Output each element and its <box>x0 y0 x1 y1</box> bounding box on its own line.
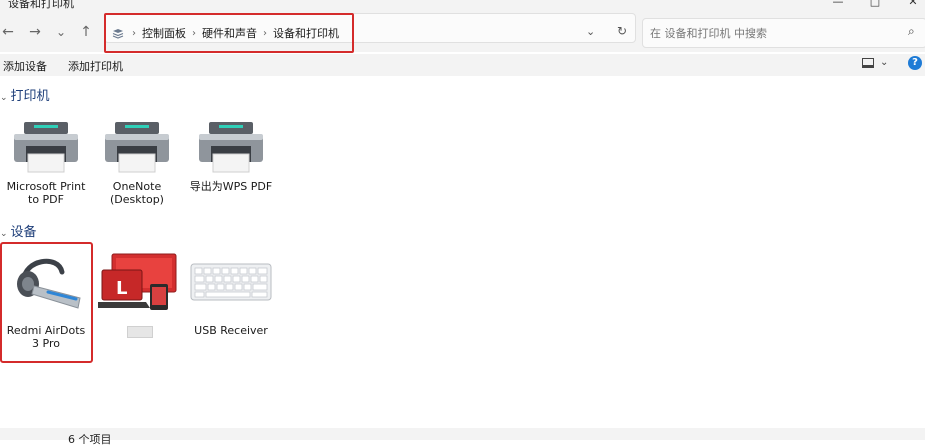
item-count: 6 个项目 <box>68 433 112 446</box>
close-button[interactable]: ✕ <box>903 0 923 9</box>
printer-tile[interactable]: OneNote (Desktop) <box>91 120 183 206</box>
forward-button[interactable]: → <box>27 24 43 40</box>
view-options-icon[interactable] <box>862 58 874 68</box>
devices-group-label: 设备 <box>10 225 37 240</box>
maximize-button[interactable]: □ <box>865 0 885 9</box>
status-bar <box>0 428 925 440</box>
svg-text:L: L <box>116 278 127 299</box>
address-dropdown-icon[interactable]: ⌄ <box>586 25 595 38</box>
device-tile[interactable]: L <box>92 252 184 338</box>
address-highlight-box <box>104 13 354 53</box>
computer-icon: L <box>98 253 177 310</box>
printers-group-label: 打印机 <box>10 89 50 104</box>
device-highlight-box <box>0 242 93 363</box>
collapse-chevron-icon[interactable]: ⌄ <box>0 229 8 239</box>
printer-tile[interactable]: 导出为WPS PDF <box>185 120 277 193</box>
recent-locations-button[interactable]: ⌄ <box>53 24 69 40</box>
add-printer-button[interactable]: 添加打印机 <box>68 58 123 74</box>
printer-label-line2: (Desktop) <box>110 193 164 206</box>
printer-icon <box>105 122 169 173</box>
printer-label-line1: OneNote <box>112 180 162 193</box>
printer-label-line1: 导出为WPS PDF <box>189 180 273 193</box>
refresh-icon[interactable]: ↻ <box>617 24 627 38</box>
printer-icon <box>199 122 263 173</box>
collapse-chevron-icon[interactable]: ⌄ <box>0 93 8 103</box>
printer-tile[interactable]: Microsoft Print to PDF <box>0 120 92 206</box>
printer-label-line2: to PDF <box>28 193 64 206</box>
add-device-button[interactable]: 添加设备 <box>3 58 47 74</box>
title-bar: 设备和打印机 — □ ✕ <box>0 0 925 12</box>
view-dropdown-icon[interactable]: ⌄ <box>880 57 888 68</box>
back-button[interactable]: ← <box>0 24 16 40</box>
window-title: 设备和打印机 <box>8 0 74 10</box>
keyboard-icon <box>190 263 272 301</box>
devices-group-header[interactable]: ⌄ 设备 <box>0 221 37 240</box>
command-bar <box>0 54 925 76</box>
device-label-blurred <box>127 326 153 338</box>
search-placeholder: 在 设备和打印机 中搜索 <box>650 27 767 40</box>
minimize-button[interactable]: — <box>828 0 848 9</box>
printer-icon <box>14 122 78 173</box>
up-button[interactable]: ↑ <box>78 24 94 40</box>
device-tile[interactable]: USB Receiver <box>185 262 277 337</box>
help-icon[interactable]: ? <box>908 56 922 70</box>
printers-group-header[interactable]: ⌄ 打印机 <box>0 85 50 104</box>
printer-label-line1: Microsoft Print <box>6 180 86 193</box>
device-label-line1: USB Receiver <box>194 324 268 337</box>
search-icon[interactable]: ⌕ <box>908 24 915 39</box>
